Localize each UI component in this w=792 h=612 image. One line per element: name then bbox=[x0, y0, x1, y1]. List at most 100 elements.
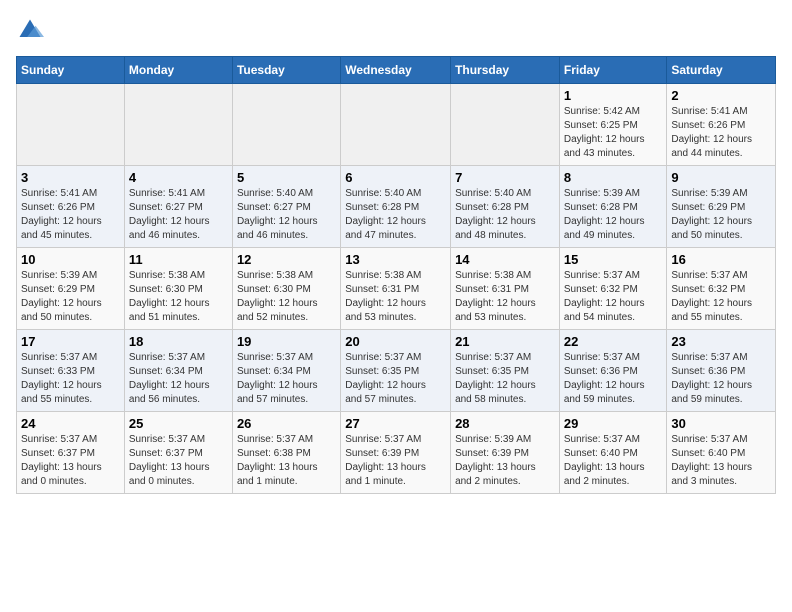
day-info: Sunrise: 5:40 AM Sunset: 6:27 PM Dayligh… bbox=[237, 187, 336, 243]
calendar-cell: 3 Sunrise: 5:41 AM Sunset: 6:26 PM Daylig… bbox=[17, 166, 125, 248]
day-info: Sunrise: 5:37 AM Sunset: 6:35 PM Dayligh… bbox=[455, 351, 555, 407]
day-number: 28 bbox=[455, 416, 555, 431]
day-info: Sunrise: 5:38 AM Sunset: 6:31 PM Dayligh… bbox=[345, 269, 446, 325]
calendar-cell: 18 Sunrise: 5:37 AM Sunset: 6:34 PM Dayli… bbox=[124, 330, 232, 412]
weekday-header-wednesday: Wednesday bbox=[341, 57, 451, 84]
day-number: 20 bbox=[345, 334, 446, 349]
calendar-week-row: 10 Sunrise: 5:39 AM Sunset: 6:29 PM Dayli… bbox=[17, 248, 776, 330]
calendar-cell: 29 Sunrise: 5:37 AM Sunset: 6:40 PM Dayli… bbox=[559, 412, 667, 494]
page-header bbox=[16, 16, 776, 44]
day-info: Sunrise: 5:38 AM Sunset: 6:30 PM Dayligh… bbox=[129, 269, 228, 325]
calendar-cell: 15 Sunrise: 5:37 AM Sunset: 6:32 PM Dayli… bbox=[559, 248, 667, 330]
day-info: Sunrise: 5:38 AM Sunset: 6:31 PM Dayligh… bbox=[455, 269, 555, 325]
calendar-cell: 7 Sunrise: 5:40 AM Sunset: 6:28 PM Daylig… bbox=[451, 166, 560, 248]
calendar-cell: 23Sunrise: 5:37 AM Sunset: 6:36 PM Dayli… bbox=[667, 330, 776, 412]
day-info: Sunrise: 5:40 AM Sunset: 6:28 PM Dayligh… bbox=[455, 187, 555, 243]
calendar-cell: 16 Sunrise: 5:37 AM Sunset: 6:32 PM Dayli… bbox=[667, 248, 776, 330]
weekday-header-friday: Friday bbox=[559, 57, 667, 84]
calendar-table: SundayMondayTuesdayWednesdayThursdayFrid… bbox=[16, 56, 776, 494]
day-info: Sunrise: 5:37 AM Sunset: 6:32 PM Dayligh… bbox=[671, 269, 771, 325]
calendar-cell bbox=[232, 84, 340, 166]
calendar-cell bbox=[17, 84, 125, 166]
calendar-cell: 14 Sunrise: 5:38 AM Sunset: 6:31 PM Dayli… bbox=[451, 248, 560, 330]
day-number: 29 bbox=[564, 416, 663, 431]
day-number: 18 bbox=[129, 334, 228, 349]
calendar-cell: 20Sunrise: 5:37 AM Sunset: 6:35 PM Dayli… bbox=[341, 330, 451, 412]
day-info: Sunrise: 5:37 AM Sunset: 6:39 PM Dayligh… bbox=[345, 433, 446, 489]
calendar-cell: 9 Sunrise: 5:39 AM Sunset: 6:29 PM Daylig… bbox=[667, 166, 776, 248]
day-number: 8 bbox=[564, 170, 663, 185]
day-info: Sunrise: 5:37 AM Sunset: 6:37 PM Dayligh… bbox=[21, 433, 120, 489]
calendar-cell bbox=[124, 84, 232, 166]
day-info: Sunrise: 5:39 AM Sunset: 6:29 PM Dayligh… bbox=[21, 269, 120, 325]
calendar-cell: 24 Sunrise: 5:37 AM Sunset: 6:37 PM Dayli… bbox=[17, 412, 125, 494]
calendar-week-row: 1 Sunrise: 5:42 AM Sunset: 6:25 PM Daylig… bbox=[17, 84, 776, 166]
logo bbox=[16, 16, 48, 44]
day-number: 17 bbox=[21, 334, 120, 349]
weekday-header-sunday: Sunday bbox=[17, 57, 125, 84]
calendar-cell: 4Sunrise: 5:41 AM Sunset: 6:27 PM Daylig… bbox=[124, 166, 232, 248]
calendar-cell: 8 Sunrise: 5:39 AM Sunset: 6:28 PM Daylig… bbox=[559, 166, 667, 248]
calendar-cell: 27 Sunrise: 5:37 AM Sunset: 6:39 PM Dayli… bbox=[341, 412, 451, 494]
weekday-header-thursday: Thursday bbox=[451, 57, 560, 84]
day-number: 6 bbox=[345, 170, 446, 185]
calendar-cell: 13 Sunrise: 5:38 AM Sunset: 6:31 PM Dayli… bbox=[341, 248, 451, 330]
calendar-cell: 5 Sunrise: 5:40 AM Sunset: 6:27 PM Daylig… bbox=[232, 166, 340, 248]
day-number: 16 bbox=[671, 252, 771, 267]
calendar-week-row: 3 Sunrise: 5:41 AM Sunset: 6:26 PM Daylig… bbox=[17, 166, 776, 248]
day-info: Sunrise: 5:41 AM Sunset: 6:27 PM Dayligh… bbox=[129, 187, 228, 243]
day-number: 21 bbox=[455, 334, 555, 349]
day-number: 23 bbox=[671, 334, 771, 349]
day-number: 7 bbox=[455, 170, 555, 185]
day-number: 22 bbox=[564, 334, 663, 349]
calendar-cell: 17 Sunrise: 5:37 AM Sunset: 6:33 PM Dayli… bbox=[17, 330, 125, 412]
weekday-header-row: SundayMondayTuesdayWednesdayThursdayFrid… bbox=[17, 57, 776, 84]
day-info: Sunrise: 5:42 AM Sunset: 6:25 PM Dayligh… bbox=[564, 105, 663, 161]
day-info: Sunrise: 5:37 AM Sunset: 6:40 PM Dayligh… bbox=[671, 433, 771, 489]
calendar-cell: 22Sunrise: 5:37 AM Sunset: 6:36 PM Dayli… bbox=[559, 330, 667, 412]
day-number: 12 bbox=[237, 252, 336, 267]
day-number: 19 bbox=[237, 334, 336, 349]
day-info: Sunrise: 5:37 AM Sunset: 6:34 PM Dayligh… bbox=[129, 351, 228, 407]
day-info: Sunrise: 5:41 AM Sunset: 6:26 PM Dayligh… bbox=[671, 105, 771, 161]
day-number: 2 bbox=[671, 88, 771, 103]
day-info: Sunrise: 5:37 AM Sunset: 6:38 PM Dayligh… bbox=[237, 433, 336, 489]
calendar-cell: 10 Sunrise: 5:39 AM Sunset: 6:29 PM Dayli… bbox=[17, 248, 125, 330]
calendar-cell: 2 Sunrise: 5:41 AM Sunset: 6:26 PM Daylig… bbox=[667, 84, 776, 166]
day-info: Sunrise: 5:41 AM Sunset: 6:26 PM Dayligh… bbox=[21, 187, 120, 243]
weekday-header-saturday: Saturday bbox=[667, 57, 776, 84]
day-number: 15 bbox=[564, 252, 663, 267]
day-info: Sunrise: 5:38 AM Sunset: 6:30 PM Dayligh… bbox=[237, 269, 336, 325]
day-info: Sunrise: 5:39 AM Sunset: 6:28 PM Dayligh… bbox=[564, 187, 663, 243]
day-number: 9 bbox=[671, 170, 771, 185]
day-number: 11 bbox=[129, 252, 228, 267]
day-number: 30 bbox=[671, 416, 771, 431]
day-number: 1 bbox=[564, 88, 663, 103]
calendar-cell: 28 Sunrise: 5:39 AM Sunset: 6:39 PM Dayli… bbox=[451, 412, 560, 494]
day-number: 26 bbox=[237, 416, 336, 431]
day-number: 14 bbox=[455, 252, 555, 267]
day-info: Sunrise: 5:39 AM Sunset: 6:39 PM Dayligh… bbox=[455, 433, 555, 489]
day-number: 27 bbox=[345, 416, 446, 431]
calendar-cell: 1 Sunrise: 5:42 AM Sunset: 6:25 PM Daylig… bbox=[559, 84, 667, 166]
calendar-cell bbox=[451, 84, 560, 166]
day-number: 13 bbox=[345, 252, 446, 267]
day-info: Sunrise: 5:37 AM Sunset: 6:32 PM Dayligh… bbox=[564, 269, 663, 325]
calendar-cell: 26 Sunrise: 5:37 AM Sunset: 6:38 PM Dayli… bbox=[232, 412, 340, 494]
weekday-header-monday: Monday bbox=[124, 57, 232, 84]
calendar-week-row: 17 Sunrise: 5:37 AM Sunset: 6:33 PM Dayli… bbox=[17, 330, 776, 412]
day-number: 24 bbox=[21, 416, 120, 431]
day-number: 25 bbox=[129, 416, 228, 431]
calendar-cell: 21 Sunrise: 5:37 AM Sunset: 6:35 PM Dayli… bbox=[451, 330, 560, 412]
calendar-week-row: 24 Sunrise: 5:37 AM Sunset: 6:37 PM Dayli… bbox=[17, 412, 776, 494]
day-info: Sunrise: 5:37 AM Sunset: 6:33 PM Dayligh… bbox=[21, 351, 120, 407]
calendar-cell: 12 Sunrise: 5:38 AM Sunset: 6:30 PM Dayli… bbox=[232, 248, 340, 330]
calendar-cell: 19 Sunrise: 5:37 AM Sunset: 6:34 PM Dayli… bbox=[232, 330, 340, 412]
day-info: Sunrise: 5:39 AM Sunset: 6:29 PM Dayligh… bbox=[671, 187, 771, 243]
day-number: 3 bbox=[21, 170, 120, 185]
day-info: Sunrise: 5:37 AM Sunset: 6:40 PM Dayligh… bbox=[564, 433, 663, 489]
day-info: Sunrise: 5:37 AM Sunset: 6:37 PM Dayligh… bbox=[129, 433, 228, 489]
day-number: 10 bbox=[21, 252, 120, 267]
day-number: 5 bbox=[237, 170, 336, 185]
day-info: Sunrise: 5:37 AM Sunset: 6:34 PM Dayligh… bbox=[237, 351, 336, 407]
